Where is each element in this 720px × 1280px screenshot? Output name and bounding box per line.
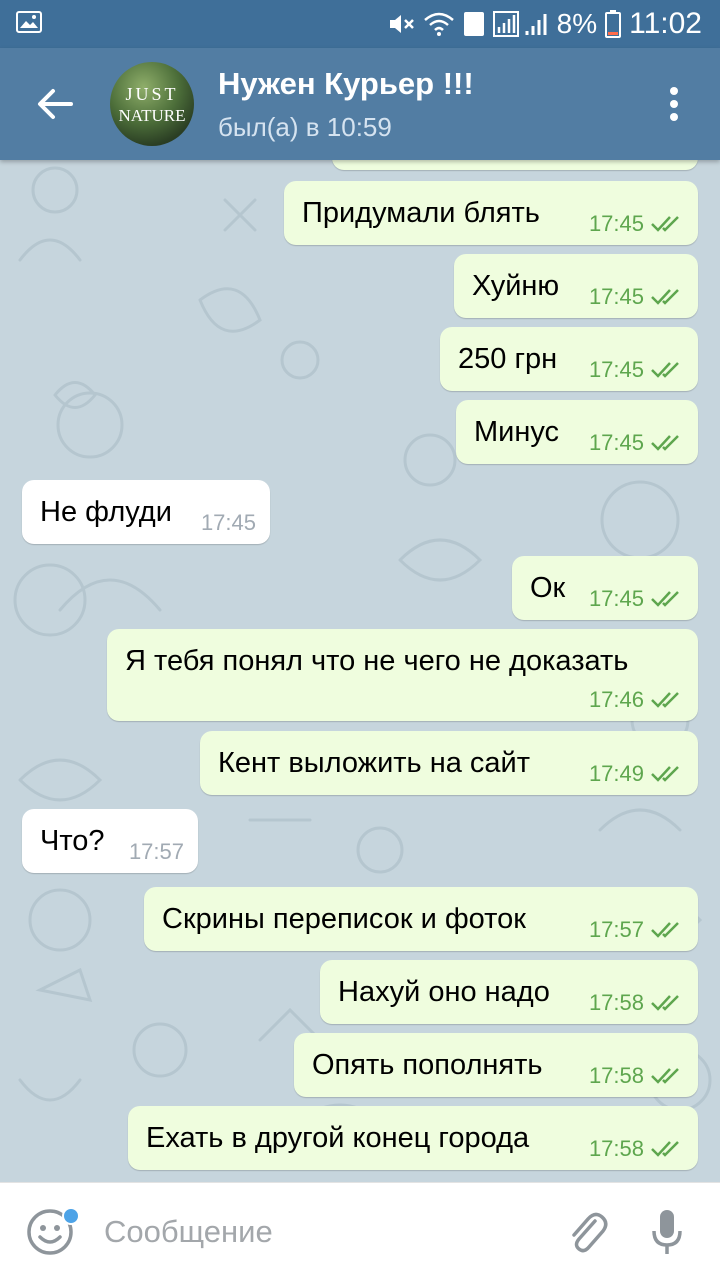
message-text: Что?: [40, 825, 105, 857]
message-time: 17:45: [588, 211, 644, 236]
message-time: 17:58: [588, 1063, 644, 1088]
attach-button[interactable]: [552, 1183, 622, 1280]
battery-percent: 8%: [556, 8, 598, 39]
signal-icon: [492, 11, 549, 37]
gallery-icon: [16, 10, 42, 38]
message-bubble[interactable]: Опять пополнять 17:58: [294, 1033, 698, 1097]
message-input[interactable]: Сообщение: [104, 1214, 552, 1250]
avatar[interactable]: JUST NATURE: [110, 62, 194, 146]
double-check-icon: [651, 591, 679, 607]
message-time: 17:45: [588, 284, 644, 309]
more-menu-button[interactable]: [644, 48, 704, 160]
chat-title: Нужен Курьер !!!: [218, 65, 474, 101]
message-time: 17:45: [588, 357, 644, 382]
message-bubble[interactable]: Что? 17:57: [22, 809, 198, 873]
message-text: Минус: [474, 416, 560, 448]
message-text: Хуйню: [472, 270, 560, 302]
message-time: 17:46: [588, 687, 644, 712]
microphone-button[interactable]: [622, 1183, 712, 1280]
message-text: Нахуй оно надо: [338, 976, 550, 1008]
avatar-text-line1: JUST: [125, 83, 179, 104]
message-bubble[interactable]: Нахуй оно надо 17:58: [320, 960, 698, 1024]
double-check-icon: [651, 995, 679, 1011]
message-time: 17:58: [588, 990, 644, 1015]
message-bubble-partial: [332, 160, 698, 170]
message-text: Опять пополнять: [312, 1049, 543, 1081]
message-bubble[interactable]: Хуйню 17:45: [454, 254, 698, 318]
avatar-text-line2: NATURE: [118, 105, 186, 125]
message-text: Не флуди: [40, 496, 172, 528]
message-bubble[interactable]: Ехать в другой конец города 17:58: [128, 1106, 698, 1170]
message-bubble[interactable]: Кент выложить на сайт 17:49: [200, 731, 698, 795]
last-seen-status: был(а) в 10:59: [218, 111, 392, 142]
message-text: Скрины переписок и фоток: [162, 903, 526, 935]
sim-badge: [463, 11, 485, 37]
message-bubble[interactable]: Я тебя понял что не чего не доказать 17:…: [107, 629, 698, 721]
double-check-icon: [651, 362, 679, 378]
double-check-icon: [651, 289, 679, 305]
back-button[interactable]: [0, 48, 110, 160]
paperclip-icon: [572, 1212, 608, 1252]
emoji-button[interactable]: [0, 1183, 100, 1280]
message-bubble[interactable]: Минус 17:45: [456, 400, 698, 464]
double-check-icon: [651, 1068, 679, 1084]
mute-icon: [387, 11, 415, 37]
message-text: Ок: [530, 572, 566, 604]
message-text: Я тебя понял что не чего не доказать: [125, 645, 629, 677]
notification-dot: [62, 1206, 80, 1225]
wifi-icon: [423, 11, 455, 37]
message-time: 17:45: [200, 510, 256, 535]
battery-icon: [605, 10, 622, 38]
message-bubble[interactable]: Ок 17:45: [512, 556, 698, 620]
message-bubble[interactable]: Не флуди 17:45: [22, 480, 270, 544]
back-arrow-icon: [38, 89, 73, 119]
microphone-icon: [652, 1209, 682, 1254]
message-time: 17:57: [128, 839, 184, 864]
double-check-icon: [651, 766, 679, 782]
message-time: 17:49: [588, 761, 644, 786]
message-list[interactable]: Придумали блять 17:45 Хуйню 17:45 250 гр…: [0, 160, 720, 1182]
message-time: 17:57: [588, 917, 644, 942]
more-vertical-icon: [670, 87, 678, 121]
message-bubble[interactable]: 250 грн 17:45: [440, 327, 698, 391]
message-bubble[interactable]: Придумали блять 17:45: [284, 181, 698, 245]
clock: 11:02: [629, 7, 702, 40]
message-time: 17:58: [588, 1136, 644, 1161]
double-check-icon: [651, 1141, 679, 1157]
message-text: Придумали блять: [302, 197, 540, 229]
message-text: Кент выложить на сайт: [218, 747, 531, 779]
chat-header: JUST NATURE Нужен Курьер !!! был(а) в 10…: [0, 48, 720, 160]
double-check-icon: [651, 922, 679, 938]
double-check-icon: [651, 216, 679, 232]
double-check-icon: [651, 435, 679, 451]
message-text: Ехать в другой конец города: [146, 1122, 530, 1154]
message-composer: Сообщение: [0, 1182, 720, 1280]
message-time: 17:45: [588, 586, 644, 611]
chat-title-block[interactable]: Нужен Курьер !!! был(а) в 10:59: [218, 66, 644, 143]
double-check-icon: [651, 692, 679, 708]
message-text: 250 грн: [458, 343, 558, 375]
status-bar: 8% 11:02: [0, 0, 720, 48]
message-bubble[interactable]: Скрины переписок и фоток 17:57: [144, 887, 698, 951]
message-time: 17:45: [588, 430, 644, 455]
